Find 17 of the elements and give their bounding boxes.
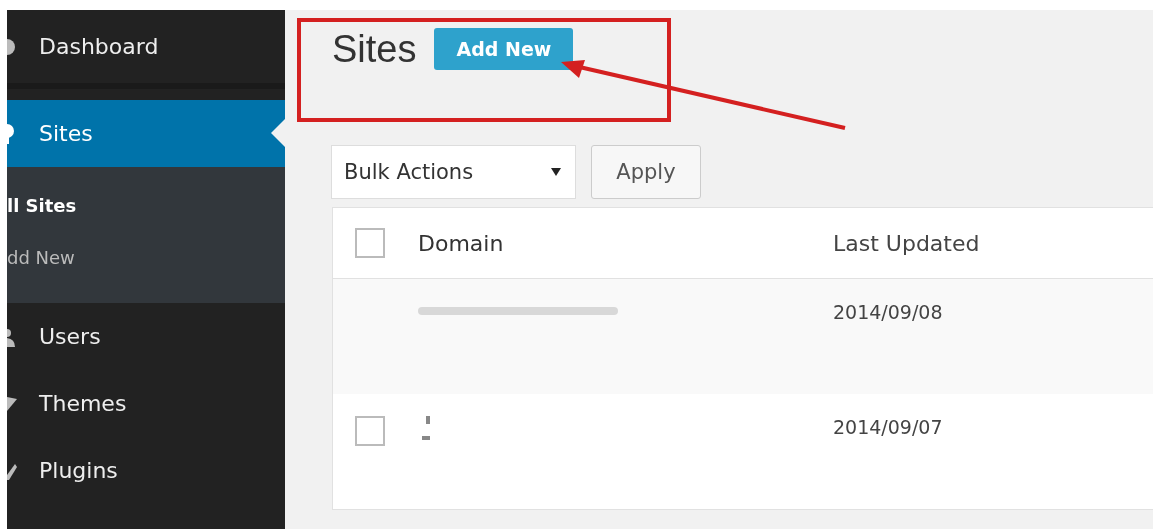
menu-item[interactable]: Users [7, 303, 285, 370]
submenu-item[interactable]: ll Sites [7, 179, 285, 231]
menu-item[interactable]: Plugins [7, 437, 285, 504]
page-title: Sites [332, 28, 417, 71]
column-header[interactable]: Last Updated [833, 230, 980, 256]
caret-icon [551, 168, 561, 176]
row-checkbox[interactable] [355, 416, 385, 446]
user-icon [7, 326, 17, 347]
select-all-checkbox[interactable] [355, 228, 385, 258]
menu-item[interactable]: Sites [7, 100, 285, 167]
menu-item[interactable]: Themes [7, 370, 285, 437]
column-header[interactable]: Domain [418, 230, 833, 256]
apply-button[interactable]: Apply [591, 145, 701, 199]
table-cell: 2014/09/07 [833, 416, 943, 438]
bulk-actions-dropdown[interactable]: Bulk Actions [331, 145, 576, 199]
table-cell: 2014/09/08 [833, 301, 943, 323]
submenu-item[interactable]: dd New [7, 231, 285, 283]
